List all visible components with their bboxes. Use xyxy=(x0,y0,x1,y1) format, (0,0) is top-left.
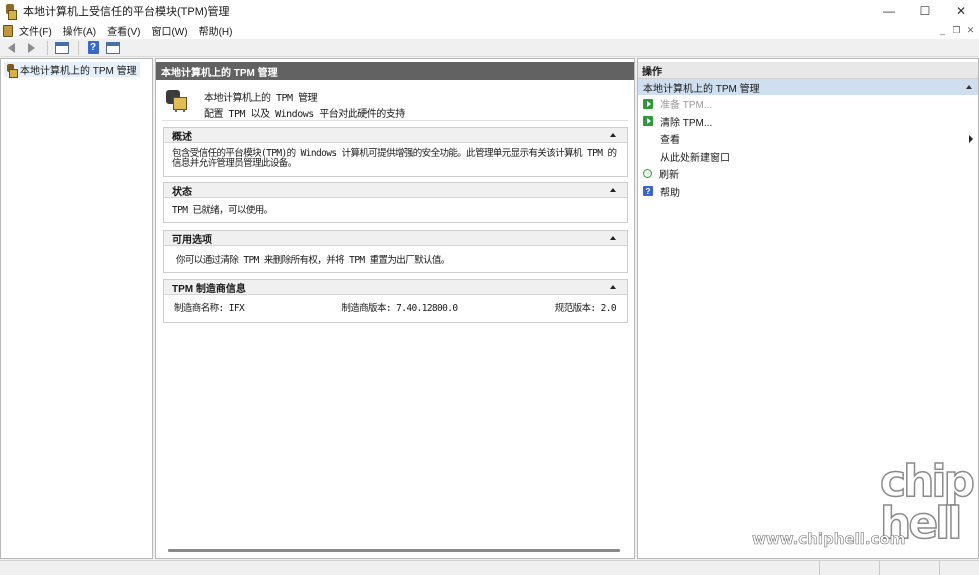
action-label: 清除 TPM... xyxy=(660,117,713,129)
forward-button[interactable] xyxy=(23,40,39,56)
document-icon[interactable] xyxy=(3,24,13,37)
blank-icon xyxy=(643,134,653,144)
console-tree-icon xyxy=(55,41,69,54)
section-body: 制造商名称: IFX 制造商版本: 7.40.12800.0 规范版本: 2.0 xyxy=(164,295,627,320)
help-icon: ? xyxy=(87,41,99,54)
actions-group-tpm-management[interactable]: 本地计算机上的 TPM 管理 xyxy=(638,79,978,95)
menu-action[interactable]: 操作(A) xyxy=(63,23,96,38)
maximize-button[interactable]: ☐ xyxy=(907,0,943,22)
section-title: 状态 xyxy=(172,186,192,198)
section-manufacturer-info: TPM 制造商信息 制造商名称: IFX 制造商版本: 7.40.12800.0… xyxy=(163,279,628,323)
action-label: 刷新 xyxy=(659,170,679,182)
status-segment xyxy=(0,561,820,575)
action-new-window-from-here[interactable]: 从此处新建窗口 xyxy=(638,148,978,166)
section-status: 状态 TPM 已就绪，可以使用。 xyxy=(163,182,628,223)
tpm-chip-icon xyxy=(164,87,190,113)
collapse-icon[interactable] xyxy=(610,285,616,289)
show-hide-action-pane-button[interactable] xyxy=(105,40,121,56)
submenu-arrow-icon xyxy=(969,135,973,143)
help-icon: ? xyxy=(643,186,653,197)
section-body: TPM 已就绪，可以使用。 xyxy=(172,205,273,216)
tree-item-tpm-management[interactable]: 本地计算机上的 TPM 管理 xyxy=(4,62,140,78)
section-available-options: 可用选项 你可以通过清除 TPM 来删除所有权，并将 TPM 重置为出厂默认值。 xyxy=(163,230,628,273)
menu-bar: 文件(F) 操作(A) 查看(V) 窗口(W) 帮助(H) _ ❐ ✕ xyxy=(0,22,979,39)
section-title: 概述 xyxy=(172,131,192,143)
results-pane: 本地计算机上的 TPM 管理 本地计算机上的 TPM 管理 配置 TPM 以及 … xyxy=(155,58,635,559)
back-arrow-icon xyxy=(7,42,15,53)
manufacturer-name: 制造商名称: IFX xyxy=(174,303,245,314)
menu-window[interactable]: 窗口(W) xyxy=(151,23,187,38)
section-header[interactable]: 可用选项 xyxy=(164,231,627,246)
snapin-intro: 本地计算机上的 TPM 管理 配置 TPM 以及 Windows 平台对此硬件的… xyxy=(162,83,628,121)
show-hide-console-tree-button[interactable] xyxy=(54,40,70,56)
menu-view[interactable]: 查看(V) xyxy=(107,23,140,38)
menu-help[interactable]: 帮助(H) xyxy=(199,23,233,38)
green-action-icon xyxy=(643,116,653,127)
horizontal-scrollbar[interactable] xyxy=(168,549,620,552)
action-help[interactable]: ? 帮助 xyxy=(638,183,978,201)
window-controls: — ☐ ✕ xyxy=(871,0,979,22)
toolbar-separator xyxy=(78,40,79,55)
section-body: 包含受信任的平台模块(TPM)的 Windows 计算机可提供增强的安全功能。此… xyxy=(172,148,617,169)
console-tree: 本地计算机上的 TPM 管理 xyxy=(0,58,153,559)
action-view[interactable]: 查看 xyxy=(638,130,978,148)
action-pane-icon xyxy=(106,41,120,54)
section-title: TPM 制造商信息 xyxy=(172,283,246,295)
section-overview: 概述 包含受信任的平台模块(TPM)的 Windows 计算机可提供增强的安全功… xyxy=(163,127,628,177)
mdi-restore-button[interactable]: ❐ xyxy=(950,23,963,37)
tpm-app-icon xyxy=(5,4,17,20)
actions-group-label: 本地计算机上的 TPM 管理 xyxy=(643,83,760,95)
action-label: 帮助 xyxy=(660,187,680,199)
section-body: 你可以通过清除 TPM 来删除所有权，并将 TPM 重置为出厂默认值。 xyxy=(176,255,450,266)
title-bar[interactable]: 本地计算机上受信任的平台模块(TPM)管理 — ☐ ✕ xyxy=(0,0,979,22)
help-toolbar-button[interactable]: ? xyxy=(85,40,101,56)
back-button[interactable] xyxy=(3,40,19,56)
chiphell-watermark: chip hell www.chiphell.com xyxy=(752,457,976,567)
action-prepare-tpm[interactable]: 准备 TPM... xyxy=(638,95,978,113)
forward-arrow-icon xyxy=(27,42,35,53)
mdi-controls: _ ❐ ✕ xyxy=(935,23,977,37)
mdi-minimize-button[interactable]: _ xyxy=(936,23,949,37)
intro-title: 本地计算机上的 TPM 管理 xyxy=(204,93,318,104)
intro-subtitle: 配置 TPM 以及 Windows 平台对此硬件的支持 xyxy=(204,109,405,120)
watermark-url: www.chiphell.com xyxy=(752,530,906,549)
blank-icon xyxy=(643,151,653,161)
section-header[interactable]: TPM 制造商信息 xyxy=(164,280,627,295)
collapse-icon[interactable] xyxy=(610,133,616,137)
close-button[interactable]: ✕ xyxy=(943,0,979,22)
toolbar-separator xyxy=(47,40,48,55)
section-title: 可用选项 xyxy=(172,234,212,246)
green-action-icon xyxy=(643,98,653,109)
section-header[interactable]: 概述 xyxy=(164,128,627,143)
section-header[interactable]: 状态 xyxy=(164,183,627,198)
collapse-icon[interactable] xyxy=(610,236,616,240)
toolbar: ? xyxy=(0,39,979,57)
window-title: 本地计算机上受信任的平台模块(TPM)管理 xyxy=(23,6,230,18)
mdi-close-button[interactable]: ✕ xyxy=(964,23,977,37)
action-label: 准备 TPM... xyxy=(660,100,713,112)
menu-file[interactable]: 文件(F) xyxy=(19,23,52,38)
refresh-icon xyxy=(643,169,652,179)
action-clear-tpm[interactable]: 清除 TPM... xyxy=(638,113,978,131)
manufacturer-row: 制造商名称: IFX 制造商版本: 7.40.12800.0 规范版本: 2.0 xyxy=(172,304,619,314)
action-label: 从此处新建窗口 xyxy=(660,152,730,164)
tpm-node-icon xyxy=(5,63,18,78)
action-refresh[interactable]: 刷新 xyxy=(638,165,978,183)
results-pane-header: 本地计算机上的 TPM 管理 xyxy=(156,62,634,80)
manufacturer-version: 制造商版本: 7.40.12800.0 xyxy=(341,303,458,314)
actions-header: 操作 xyxy=(638,62,978,79)
collapse-icon[interactable] xyxy=(610,188,616,192)
action-label: 查看 xyxy=(660,135,680,147)
tree-item-label: 本地计算机上的 TPM 管理 xyxy=(20,66,137,77)
minimize-button[interactable]: — xyxy=(871,0,907,22)
spec-version: 规范版本: 2.0 xyxy=(554,303,617,314)
collapse-icon[interactable] xyxy=(966,85,972,89)
